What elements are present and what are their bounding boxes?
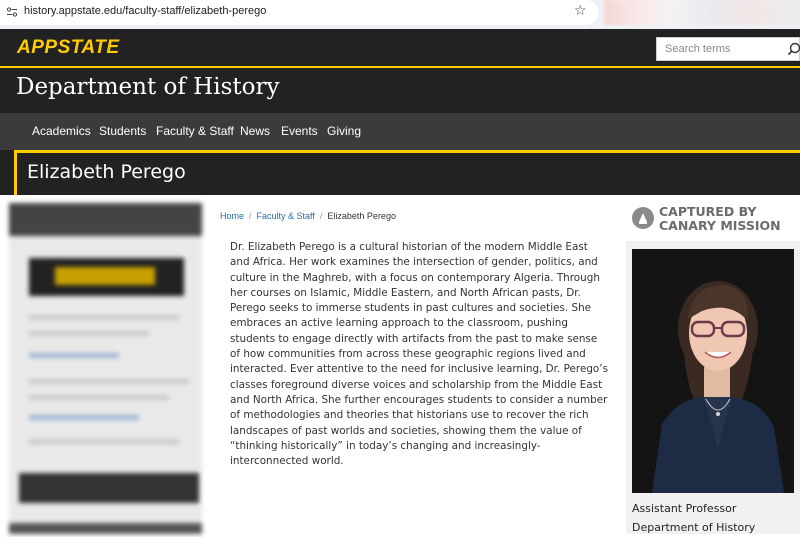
breadcrumb-current: Elizabeth Perego — [327, 211, 396, 221]
profile-role: Assistant Professor — [632, 502, 737, 515]
browser-extensions-area — [604, 0, 800, 25]
nav-events[interactable]: Events — [281, 124, 318, 138]
title-accent-left — [14, 150, 17, 195]
canary-line-2: CANARY MISSION — [659, 218, 781, 233]
page-title: Elizabeth Perego — [27, 161, 186, 183]
canary-watermark: CAPTURED BY CANARY MISSION — [632, 205, 800, 235]
blurred-sidebar — [9, 203, 202, 534]
site-header: APPSTATE — [0, 29, 800, 67]
profile-details: Assistant Professor Department of Histor… — [632, 499, 755, 537]
address-bar[interactable]: history.appstate.edu/faculty-staff/eliza… — [0, 0, 598, 25]
canary-line-1: CAPTURED BY — [659, 204, 757, 219]
profile-photo — [632, 249, 794, 493]
title-accent-top — [14, 150, 800, 153]
main-nav: Academics Students Faculty & Staff News … — [0, 113, 800, 150]
appstate-logo[interactable]: APPSTATE — [17, 37, 120, 59]
breadcrumb: Home / Faculty & Staff / Elizabeth Perego — [220, 211, 396, 221]
breadcrumb-home[interactable]: Home — [220, 211, 244, 221]
site-info-icon[interactable] — [6, 6, 18, 18]
nav-faculty-staff[interactable]: Faculty & Staff — [156, 124, 234, 138]
breadcrumb-separator: / — [319, 211, 323, 221]
nav-students[interactable]: Students — [99, 124, 146, 138]
search-input[interactable] — [657, 38, 785, 60]
bookmark-star-icon[interactable]: ☆ — [574, 3, 587, 19]
nav-news[interactable]: News — [240, 124, 270, 138]
faculty-bio: Dr. Elizabeth Perego is a cultural histo… — [230, 241, 609, 468]
canary-logo-icon — [632, 207, 654, 229]
department-title[interactable]: Department of History — [16, 74, 279, 100]
breadcrumb-faculty-staff[interactable]: Faculty & Staff — [257, 211, 315, 221]
breadcrumb-separator: / — [249, 211, 252, 221]
profile-department: Department of History — [632, 521, 756, 534]
nav-academics[interactable]: Academics — [32, 124, 91, 138]
department-banner: Department of History — [0, 68, 800, 113]
browser-toolbar: history.appstate.edu/faculty-staff/eliza… — [0, 0, 800, 29]
canary-text: CAPTURED BY CANARY MISSION — [659, 205, 800, 233]
search-icon[interactable] — [787, 40, 800, 58]
url-text[interactable]: history.appstate.edu/faculty-staff/eliza… — [24, 5, 266, 17]
search-box — [656, 37, 800, 61]
page-title-band: Elizabeth Perego — [0, 150, 800, 195]
nav-giving[interactable]: Giving — [327, 124, 361, 138]
